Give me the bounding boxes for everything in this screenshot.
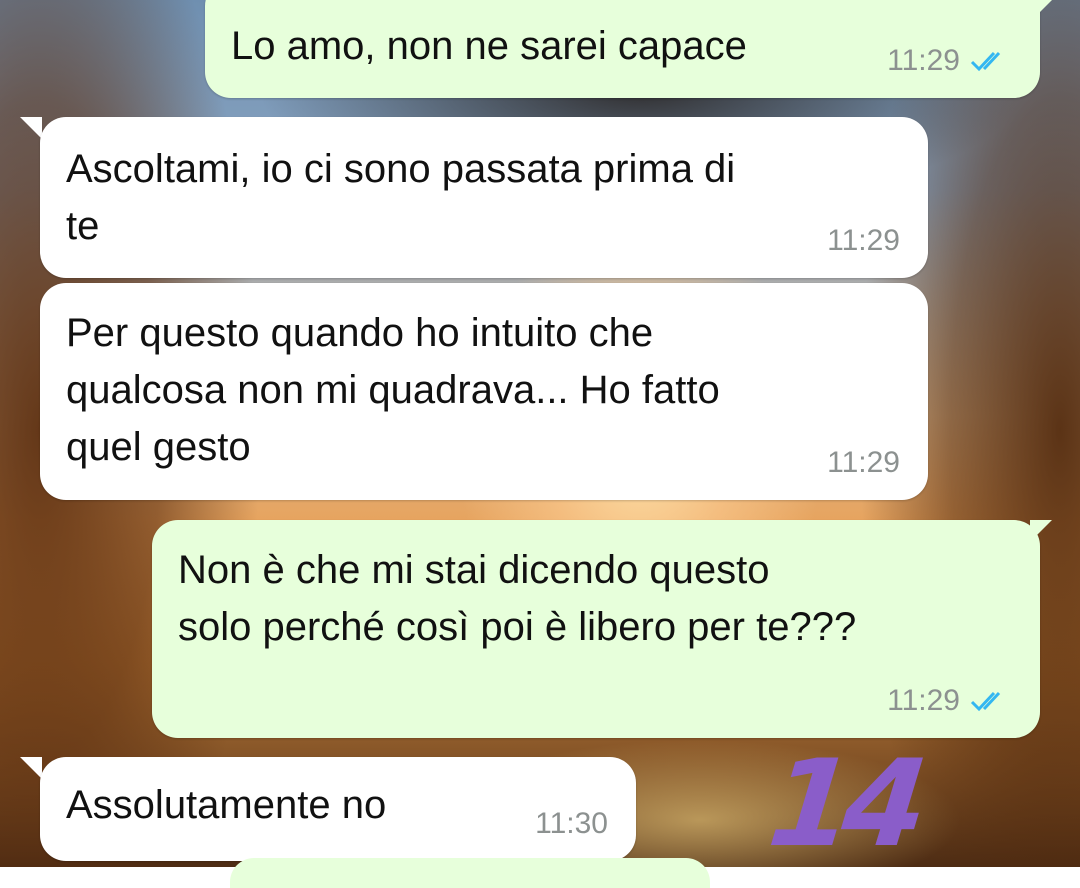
message-meta: 11:29 bbox=[827, 224, 900, 258]
bubble-tail bbox=[1030, 520, 1052, 542]
message-meta: 11:29 bbox=[887, 44, 1012, 78]
message-text: Ascoltami, io ci sono passata prima di t… bbox=[66, 147, 736, 248]
message-time: 11:29 bbox=[827, 224, 900, 257]
double-check-icon bbox=[970, 50, 1012, 72]
message-text: Non è che mi stai dicendo questo solo pe… bbox=[178, 548, 857, 649]
message-time: 11:29 bbox=[887, 44, 960, 77]
next-message-bubble-partial bbox=[230, 858, 710, 888]
bubble-tail bbox=[1030, 0, 1052, 22]
message-bubble-outgoing[interactable]: Lo amo, non ne sarei capace 11:29 bbox=[205, 0, 1040, 98]
handwritten-number-annotation: 14 bbox=[762, 735, 925, 874]
bubble-tail bbox=[20, 117, 42, 139]
message-meta: 11:30 bbox=[535, 807, 608, 841]
message-meta: 11:29 bbox=[827, 446, 900, 480]
double-check-icon bbox=[970, 690, 1012, 712]
message-time: 11:29 bbox=[887, 684, 960, 717]
message-bubble-incoming[interactable]: Ascoltami, io ci sono passata prima di t… bbox=[40, 117, 928, 278]
message-bubble-incoming[interactable]: Per questo quando ho intuito che qualcos… bbox=[40, 283, 928, 500]
message-text: Assolutamente no bbox=[66, 783, 387, 827]
message-meta: 11:29 bbox=[887, 684, 1012, 718]
message-text: Lo amo, non ne sarei capace bbox=[231, 24, 747, 68]
message-text: Per questo quando ho intuito che qualcos… bbox=[66, 311, 720, 469]
message-bubble-incoming[interactable]: Assolutamente no 11:30 bbox=[40, 757, 636, 861]
message-time: 11:30 bbox=[535, 807, 608, 840]
bubble-tail bbox=[20, 757, 42, 779]
message-time: 11:29 bbox=[827, 446, 900, 479]
message-bubble-outgoing[interactable]: Non è che mi stai dicendo questo solo pe… bbox=[152, 520, 1040, 738]
